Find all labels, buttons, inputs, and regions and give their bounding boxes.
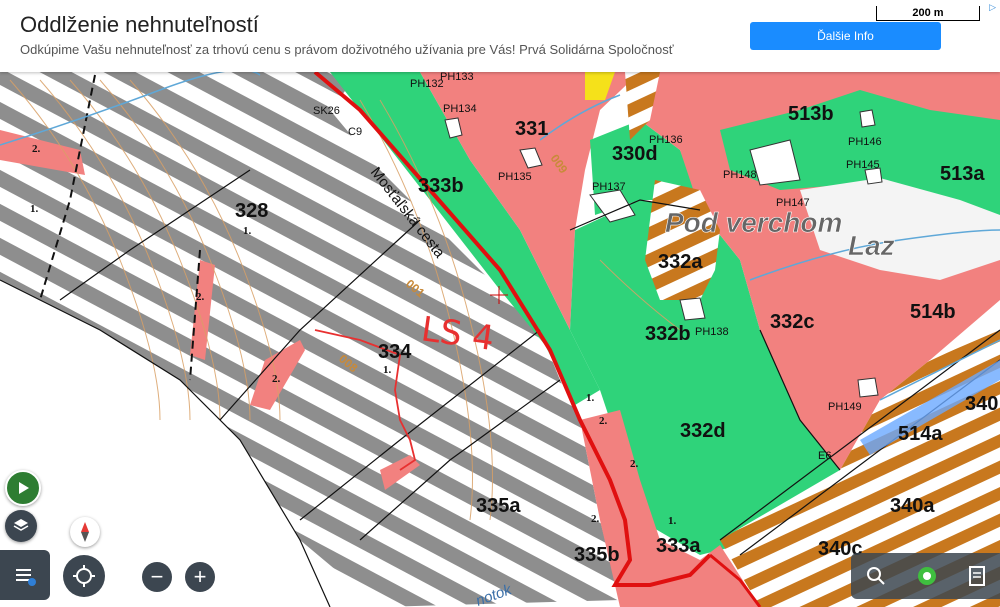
parcel-label: 330d (612, 143, 658, 165)
parcel-label: 333b (418, 175, 464, 197)
layers-button[interactable] (5, 510, 37, 542)
search-icon[interactable] (866, 566, 886, 586)
class-mark: 1. (243, 225, 252, 237)
ad-banner[interactable]: Oddlženie nehnuteľností Odkúpime Vašu ne… (0, 0, 1000, 72)
menu-button[interactable] (0, 550, 50, 600)
feature-label: PH145 (846, 159, 880, 171)
cadastral-map[interactable]: 328 334 333b 331 330d 332a 332b 332c 332… (0, 0, 1000, 607)
parcel-label: 513a (940, 163, 985, 185)
feature-label: PH148 (723, 169, 757, 181)
ad-choices-icon[interactable]: ▷ (989, 2, 996, 13)
scale-bar: 200 m (876, 6, 980, 21)
crosshair-target-icon (73, 565, 95, 587)
play-icon (19, 482, 29, 494)
class-mark: 2. (32, 143, 41, 155)
feature-label: E6 (818, 450, 831, 462)
menu-icon (16, 569, 36, 586)
parcel-label: 334 (378, 341, 412, 363)
feature-label: PH146 (848, 136, 882, 148)
place-name: Laz (848, 230, 895, 261)
scale-label: 200 m (912, 7, 944, 19)
feature-label: PH138 (695, 326, 729, 338)
class-mark: 1. (586, 392, 595, 404)
search-toolbar[interactable] (851, 553, 1000, 599)
locate-button[interactable] (63, 555, 105, 597)
document-icon[interactable] (968, 566, 985, 586)
feature-label: PH137 (592, 181, 626, 193)
class-mark: 1. (383, 364, 392, 376)
feature-label: PH132 (410, 78, 444, 90)
parcel-label: 332b (645, 323, 691, 345)
class-mark: 2. (196, 291, 205, 303)
parcel-label: 340 (965, 393, 998, 415)
compass-button[interactable] (70, 517, 100, 547)
parcel-label: 335b (574, 544, 620, 566)
parcel-label: 335a (476, 495, 521, 517)
feature-label: PH133 (440, 71, 474, 83)
feature-label: PH149 (828, 401, 862, 413)
class-mark: 2. (591, 513, 600, 525)
zoom-out-button[interactable]: − (142, 562, 172, 592)
parcel-label: 332c (770, 311, 815, 333)
parcel-label: 328 (235, 200, 268, 222)
ad-title[interactable]: Oddlženie nehnuteľností (20, 12, 259, 38)
class-mark: 2. (630, 458, 639, 470)
ad-info-button[interactable]: Ďalšie Info (750, 22, 941, 50)
parcel-label: 332a (658, 251, 703, 273)
layers-icon (13, 519, 29, 531)
parcel-label: 332d (680, 420, 726, 442)
class-mark: 1. (30, 203, 39, 215)
compass-icon (81, 522, 89, 542)
feature-label: C9 (348, 126, 362, 138)
play-button[interactable] (5, 470, 41, 506)
feature-label: PH136 (649, 134, 683, 146)
parcel-label: 340a (890, 495, 935, 517)
parcel-label: 514b (910, 301, 956, 323)
feature-label: PH134 (443, 103, 477, 115)
feature-label: SK26 (313, 105, 340, 117)
zoom-in-button[interactable]: + (185, 562, 215, 592)
parcel-label: 331 (515, 118, 548, 140)
parcel-label: 513b (788, 103, 834, 125)
class-mark: 1. (668, 515, 677, 527)
place-name: Pod verchom (665, 207, 842, 238)
ad-text: Odkúpime Vašu nehnuteľnosť za trhovú cen… (20, 42, 674, 57)
parcel-label: 333a (656, 535, 701, 557)
feature-label: PH135 (498, 171, 532, 183)
parcel-label: 514a (898, 423, 943, 445)
gps-icon[interactable] (916, 565, 938, 587)
class-mark: 2. (272, 373, 281, 385)
class-mark: 2. (599, 415, 608, 427)
